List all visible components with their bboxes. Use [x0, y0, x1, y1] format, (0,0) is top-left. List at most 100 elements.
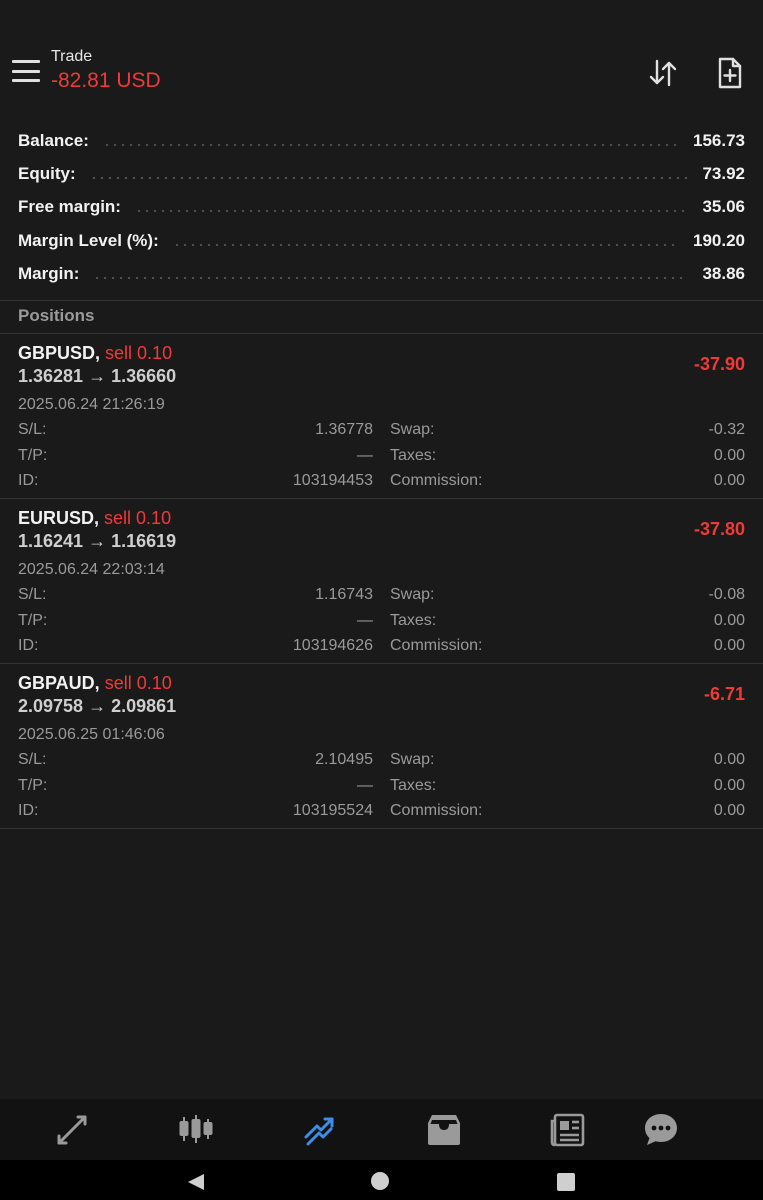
position-item[interactable]: GBPUSD, sell 0.10 1.36281 → 1.36660 -37.… [0, 334, 763, 499]
position-details: S/L: 1.36778 Swap: -0.32 T/P: — Taxes: 0… [18, 421, 745, 498]
news-icon[interactable] [549, 1111, 587, 1149]
margin-level-label: Margin Level (%): [18, 230, 159, 250]
id-label: ID: [18, 472, 39, 489]
back-icon[interactable] [184, 1172, 206, 1197]
taxes-value: 0.00 [713, 776, 745, 794]
new-order-icon[interactable] [713, 56, 747, 90]
tp-value: — [357, 446, 373, 464]
commission-label: Commission: [390, 472, 483, 489]
swap-value: 0.00 [713, 751, 745, 768]
dotted-leader [89, 177, 689, 180]
margin-level-value: 190.20 [693, 230, 745, 250]
sl-value: 1.16743 [315, 586, 373, 603]
divider [0, 300, 763, 301]
position-symbol: EURUSD, [18, 508, 100, 528]
position-direction: sell 0.10 [105, 343, 173, 363]
swap-value: -0.32 [708, 421, 745, 438]
position-profit: -6.71 [703, 684, 745, 704]
position-prices: 1.36281 → 1.36660 [18, 366, 177, 386]
balance-label: Balance: [18, 130, 89, 150]
position-direction: sell 0.10 [104, 673, 172, 693]
free-margin-value: 35.06 [702, 197, 745, 217]
commission-value: 0.00 [713, 472, 745, 489]
position-symbol: GBPAUD, [18, 673, 100, 693]
menu-icon[interactable] [12, 60, 40, 82]
quotes-icon[interactable] [53, 1111, 91, 1149]
commission-label: Commission: [390, 802, 483, 819]
free-margin-row: Free margin: 35.06 [0, 191, 763, 224]
swap-value: -0.08 [708, 586, 745, 603]
history-icon[interactable] [425, 1111, 463, 1149]
position-time: 2025.06.24 21:26:19 [18, 396, 165, 413]
taxes-label: Taxes: [390, 446, 437, 464]
home-icon[interactable] [370, 1171, 390, 1196]
tp-value: — [357, 611, 373, 629]
position-symbol: GBPUSD, [18, 343, 101, 363]
free-margin-label: Free margin: [18, 197, 121, 217]
id-value: 103195524 [292, 802, 373, 819]
swap-label: Swap: [390, 751, 435, 768]
sort-icon[interactable] [646, 56, 680, 90]
swap-label: Swap: [390, 421, 435, 438]
app-header: Trade -82.81 USD [0, 36, 763, 104]
taxes-label: Taxes: [390, 611, 437, 629]
position-item[interactable]: EURUSD, sell 0.10 1.16241 → 1.16619 -37.… [0, 499, 763, 664]
position-header: GBPUSD, sell 0.10 [18, 343, 172, 364]
balance-value: 156.73 [693, 130, 745, 150]
page-title: Trade [51, 48, 93, 65]
chat-icon[interactable] [642, 1111, 680, 1149]
dotted-leader [134, 210, 689, 213]
header-titles: Trade -82.81 USD [51, 48, 161, 93]
sl-label: S/L: [18, 751, 47, 768]
trade-icon[interactable] [301, 1111, 339, 1149]
dotted-leader [93, 277, 689, 280]
positions-list: GBPUSD, sell 0.10 1.36281 → 1.36660 -37.… [0, 334, 763, 829]
id-label: ID: [18, 802, 39, 819]
recents-icon[interactable] [556, 1172, 576, 1197]
position-header: GBPAUD, sell 0.10 [18, 673, 172, 694]
position-details: S/L: 2.10495 Swap: 0.00 T/P: — Taxes: 0.… [18, 751, 745, 828]
id-value: 103194626 [292, 637, 373, 654]
commission-label: Commission: [390, 637, 483, 654]
sl-value: 2.10495 [315, 751, 373, 768]
tp-label: T/P: [18, 611, 48, 629]
taxes-label: Taxes: [390, 776, 437, 794]
positions-heading: Positions [18, 306, 95, 325]
position-item[interactable]: GBPAUD, sell 0.10 2.09758 → 2.09861 -6.7… [0, 664, 763, 829]
margin-value: 38.86 [702, 264, 745, 284]
sl-label: S/L: [18, 586, 47, 603]
commission-value: 0.00 [713, 637, 745, 654]
swap-label: Swap: [390, 586, 435, 603]
position-details: S/L: 1.16743 Swap: -0.08 T/P: — Taxes: 0… [18, 586, 745, 663]
bottom-navigation [0, 1099, 763, 1160]
account-summary: Balance: 156.73 Equity: 73.92 Free margi… [0, 124, 763, 291]
commission-value: 0.00 [713, 802, 745, 819]
total-profit: -82.81 USD [51, 69, 161, 92]
tp-value: — [357, 776, 373, 794]
sl-label: S/L: [18, 421, 47, 438]
position-time: 2025.06.24 22:03:14 [18, 561, 165, 578]
position-time: 2025.06.25 01:46:06 [18, 726, 165, 743]
tp-label: T/P: [18, 446, 48, 464]
system-navigation-bar [0, 1160, 763, 1200]
chart-icon[interactable] [177, 1111, 215, 1149]
position-direction: sell 0.10 [104, 508, 172, 528]
position-prices: 1.16241 → 1.16619 [18, 531, 177, 551]
dotted-leader [102, 143, 679, 146]
equity-value: 73.92 [702, 164, 745, 184]
position-profit: -37.80 [693, 519, 745, 539]
dotted-leader [172, 243, 679, 246]
equity-label: Equity: [18, 164, 76, 184]
taxes-value: 0.00 [713, 611, 745, 629]
taxes-value: 0.00 [713, 446, 745, 464]
margin-level-row: Margin Level (%): 190.20 [0, 224, 763, 257]
status-bar [0, 0, 763, 36]
position-header: EURUSD, sell 0.10 [18, 508, 171, 529]
margin-label: Margin: [18, 264, 80, 284]
id-label: ID: [18, 637, 39, 654]
equity-row: Equity: 73.92 [0, 157, 763, 190]
position-prices: 2.09758 → 2.09861 [18, 696, 177, 716]
position-profit: -37.90 [693, 354, 745, 374]
id-value: 103194453 [292, 472, 373, 489]
sl-value: 1.36778 [315, 421, 373, 438]
